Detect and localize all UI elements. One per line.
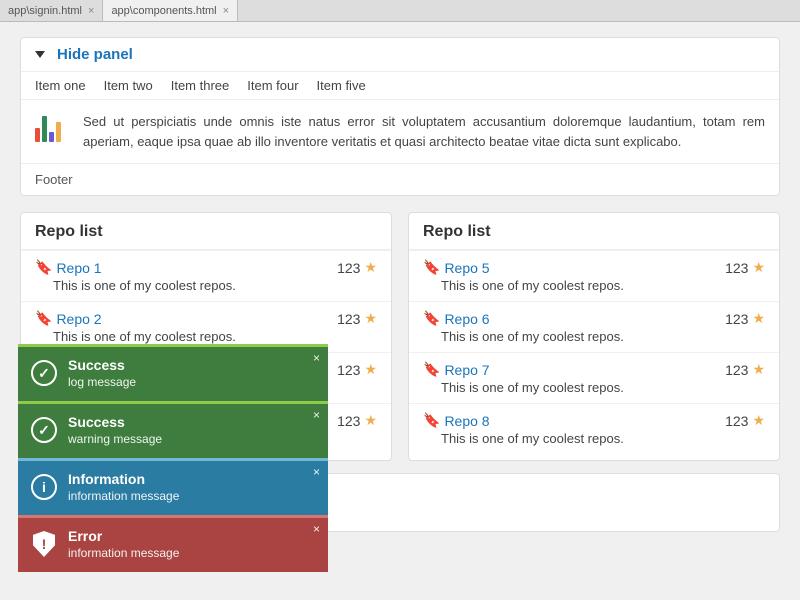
- close-icon[interactable]: ×: [88, 5, 94, 17]
- tab-signin[interactable]: app\signin.html ×: [0, 0, 103, 21]
- star-icon: ★: [364, 412, 377, 429]
- close-icon[interactable]: ×: [313, 522, 320, 536]
- panel-menu: Item one Item two Item three Item four I…: [21, 71, 779, 99]
- panel-body: Sed ut perspiciatis unde omnis iste natu…: [21, 99, 779, 163]
- star-icon: ★: [752, 412, 765, 429]
- tab-components[interactable]: app\components.html ×: [103, 0, 238, 21]
- check-icon: ✓: [30, 359, 58, 387]
- toast-error: × ! Error information message: [18, 515, 328, 572]
- repo-desc: This is one of my coolest repos.: [441, 380, 765, 395]
- repo-desc: This is one of my coolest repos.: [441, 329, 765, 344]
- repo-star-count: 123: [725, 413, 748, 429]
- repo-item: 🔖 Repo 5 123 ★ This is one of my coolest…: [409, 250, 779, 301]
- toast-title: Success: [68, 414, 316, 430]
- close-icon[interactable]: ×: [313, 465, 320, 479]
- repo-link[interactable]: Repo 7: [444, 362, 489, 378]
- repo-star-count: 123: [337, 362, 360, 378]
- shield-alert-icon: !: [30, 530, 58, 558]
- info-icon: i: [30, 473, 58, 501]
- star-icon: ★: [364, 310, 377, 327]
- star-icon: ★: [752, 310, 765, 327]
- repo-desc: This is one of my coolest repos.: [53, 278, 377, 293]
- menu-item[interactable]: Item one: [35, 78, 86, 93]
- repo-item: 🔖 Repo 7 123 ★ This is one of my coolest…: [409, 352, 779, 403]
- collapsible-panel: Hide panel Item one Item two Item three …: [20, 37, 780, 196]
- repo-item: 🔖 Repo 6 123 ★ This is one of my coolest…: [409, 301, 779, 352]
- panel-footer: Footer: [21, 163, 779, 195]
- toast-success: × ✓ Success log message: [18, 344, 328, 401]
- panel-header[interactable]: Hide panel: [21, 38, 779, 71]
- toast-title: Information: [68, 471, 316, 487]
- panel-title: Hide panel: [57, 46, 133, 63]
- toast-message: information message: [68, 546, 316, 560]
- star-icon: ★: [752, 361, 765, 378]
- repo-link[interactable]: Repo 5: [444, 260, 489, 276]
- bookmark-icon: 🔖: [35, 310, 52, 327]
- tab-label: app\components.html: [111, 5, 216, 17]
- repo-star-count: 123: [337, 413, 360, 429]
- bookmark-icon: 🔖: [423, 310, 440, 327]
- repo-item: 🔖 Repo 1 123 ★ This is one of my coolest…: [21, 250, 391, 301]
- tab-label: app\signin.html: [8, 5, 82, 17]
- close-icon[interactable]: ×: [313, 351, 320, 365]
- repo-desc: This is one of my coolest repos.: [441, 278, 765, 293]
- close-icon[interactable]: ×: [313, 408, 320, 422]
- repo-star-count: 123: [725, 260, 748, 276]
- toast-title: Error: [68, 528, 316, 544]
- star-icon: ★: [752, 259, 765, 276]
- bookmark-icon: 🔖: [423, 361, 440, 378]
- repo-star-count: 123: [337, 260, 360, 276]
- repo-list-right: Repo list 🔖 Repo 5 123 ★ This is one of …: [408, 212, 780, 461]
- toast-message: log message: [68, 375, 316, 389]
- caret-down-icon: [35, 51, 45, 58]
- repo-list-header: Repo list: [409, 213, 779, 250]
- repo-star-count: 123: [337, 311, 360, 327]
- toast-message: information message: [68, 489, 316, 503]
- menu-item[interactable]: Item two: [104, 78, 153, 93]
- menu-item[interactable]: Item four: [247, 78, 298, 93]
- repo-desc: This is one of my coolest repos.: [441, 431, 765, 446]
- star-icon: ★: [364, 361, 377, 378]
- repo-link[interactable]: Repo 8: [444, 413, 489, 429]
- star-icon: ★: [364, 259, 377, 276]
- repo-link[interactable]: Repo 1: [56, 260, 101, 276]
- bookmark-icon: 🔖: [423, 412, 440, 429]
- close-icon[interactable]: ×: [223, 5, 229, 17]
- repo-star-count: 123: [725, 311, 748, 327]
- repo-item: 🔖 Repo 8 123 ★ This is one of my coolest…: [409, 403, 779, 454]
- toast-title: Success: [68, 357, 316, 373]
- toast-stack: × ✓ Success log message × ✓ Success warn…: [18, 344, 328, 572]
- check-icon: ✓: [30, 416, 58, 444]
- toast-info: × i Information information message: [18, 458, 328, 515]
- repo-desc: This is one of my coolest repos.: [53, 329, 377, 344]
- repo-link[interactable]: Repo 2: [56, 311, 101, 327]
- toast-message: warning message: [68, 432, 316, 446]
- toast-success: × ✓ Success warning message: [18, 401, 328, 458]
- repo-star-count: 123: [725, 362, 748, 378]
- bookmark-icon: 🔖: [423, 259, 440, 276]
- bookmark-icon: 🔖: [35, 259, 52, 276]
- repo-link[interactable]: Repo 6: [444, 311, 489, 327]
- repo-list-header: Repo list: [21, 213, 391, 250]
- panel-body-text: Sed ut perspiciatis unde omnis iste natu…: [83, 112, 765, 151]
- tab-bar: app\signin.html × app\components.html ×: [0, 0, 800, 22]
- menu-item[interactable]: Item five: [317, 78, 366, 93]
- chart-bars-icon: [35, 112, 71, 148]
- menu-item[interactable]: Item three: [171, 78, 230, 93]
